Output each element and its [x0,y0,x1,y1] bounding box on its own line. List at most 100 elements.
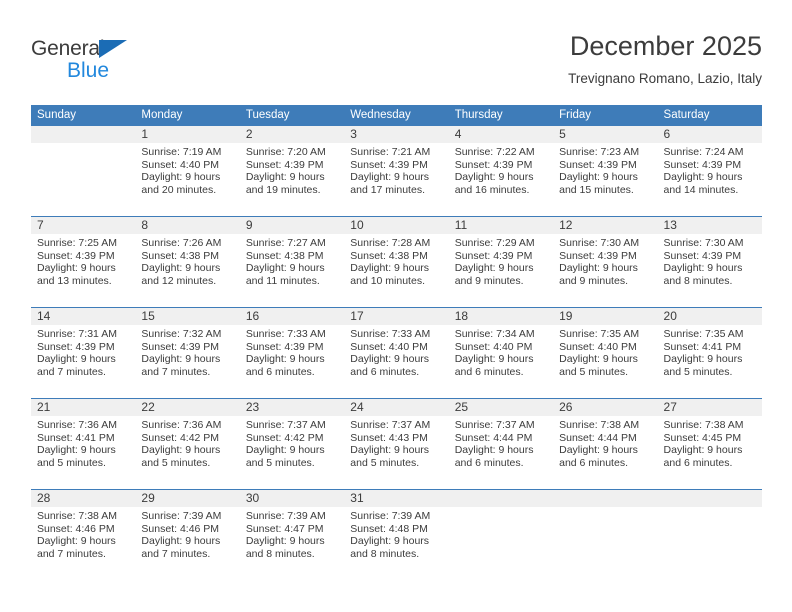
calendar-day-cell[interactable]: 14 Sunrise: 7:31 AM Sunset: 4:39 PM Dayligh… [31,307,136,399]
calendar-day-cell[interactable]: 29 Sunrise: 7:39 AM Sunset: 4:46 PM Dayligh… [135,489,240,580]
sunrise-text: Sunrise: 7:39 AM [141,510,222,522]
day-number-band: 14 [31,308,136,325]
day-details: Sunrise: 7:32 AM Sunset: 4:39 PM Daylight:… [135,325,239,378]
calendar-day-cell[interactable]: 15 Sunrise: 7:32 AM Sunset: 4:39 PM Dayligh… [135,307,240,399]
weekday-header-monday: Monday [135,105,240,126]
calendar-day-cell[interactable]: 31 Sunrise: 7:39 AM Sunset: 4:48 PM Dayligh… [344,489,449,580]
day-number: 12 [559,218,573,232]
day-number: 15 [141,309,155,323]
calendar-day-cell[interactable]: 11 Sunrise: 7:29 AM Sunset: 4:39 PM Dayligh… [448,216,554,308]
day-number-band: 22 [135,399,240,416]
calendar-day-cell[interactable]: 21 Sunrise: 7:36 AM Sunset: 4:41 PM Dayligh… [31,398,136,490]
day-details: Sunrise: 7:37 AM Sunset: 4:43 PM Daylight:… [344,416,448,469]
daylight-text-line1: Daylight: 9 hours [663,171,743,184]
day-number: 19 [559,309,573,323]
daylight-text-line2: and 6 minutes. [350,365,420,378]
daylight-text-line1: Daylight: 9 hours [663,262,743,275]
daylight-text-line2: and 5 minutes. [245,456,315,469]
calendar-day-cell[interactable]: 24 Sunrise: 7:37 AM Sunset: 4:43 PM Dayligh… [344,398,449,490]
logo-text-blue: Blue [67,59,110,82]
calendar-week-row: 21 Sunrise: 7:36 AM Sunset: 4:41 PM Dayligh… [31,398,762,490]
day-number-band: 28 [31,490,136,507]
calendar-day-cell[interactable]: 23 Sunrise: 7:37 AM Sunset: 4:42 PM Dayligh… [239,398,345,490]
day-details: Sunrise: 7:24 AM Sunset: 4:39 PM Daylight:… [658,143,762,196]
calendar-day-cell[interactable]: 9 Sunrise: 7:27 AM Sunset: 4:38 PM Daylight… [239,216,345,308]
day-details: Sunrise: 7:22 AM Sunset: 4:39 PM Daylight:… [449,143,553,196]
daylight-text-line2: and 14 minutes. [663,183,739,196]
daylight-text-line1: Daylight: 9 hours [350,262,430,275]
calendar-day-cell[interactable]: 10 Sunrise: 7:28 AM Sunset: 4:38 PM Dayligh… [344,216,449,308]
day-number: 26 [559,400,573,414]
daylight-text-line1: Daylight: 9 hours [37,444,116,457]
sunrise-text: Sunrise: 7:21 AM [350,146,431,158]
day-details: Sunrise: 7:39 AM Sunset: 4:46 PM Daylight:… [135,507,239,560]
day-number-band: 1 [135,126,240,143]
day-number: 23 [245,400,260,414]
sunset-text: Sunset: 4:41 PM [663,340,742,353]
daylight-text-line1: Daylight: 9 hours [454,262,534,275]
day-details: Sunrise: 7:27 AM Sunset: 4:38 PM Daylight:… [240,234,344,287]
day-number: 22 [141,400,155,414]
calendar-day-cell[interactable]: 7 Sunrise: 7:25 AM Sunset: 4:39 PM Daylight… [31,216,136,308]
calendar-day-cell[interactable]: 26 Sunrise: 7:38 AM Sunset: 4:44 PM Dayligh… [553,398,658,490]
calendar-day-cell[interactable]: 8 Sunrise: 7:26 AM Sunset: 4:38 PM Daylight… [135,216,240,308]
calendar-day-cell[interactable]: 5 Sunrise: 7:23 AM Sunset: 4:39 PM Daylight… [553,126,658,217]
daylight-text-line2: and 6 minutes. [559,456,628,469]
daylight-text-line1: Daylight: 9 hours [454,353,534,366]
calendar-day-cell[interactable]: 16 Sunrise: 7:33 AM Sunset: 4:39 PM Dayligh… [239,307,345,399]
day-number-band: 19 [553,308,658,325]
calendar-day-cell[interactable]: 12 Sunrise: 7:30 AM Sunset: 4:39 PM Dayligh… [553,216,658,308]
sunrise-text: Sunrise: 7:39 AM [350,510,431,522]
day-cell-inner: 20 Sunrise: 7:35 AM Sunset: 4:41 PM Dayligh… [657,308,762,398]
daylight-text-line1: Daylight: 9 hours [141,535,221,548]
day-number-band: 10 [344,217,449,234]
day-details: Sunrise: 7:25 AM Sunset: 4:39 PM Daylight:… [31,234,135,287]
daylight-text-line1: Daylight: 9 hours [245,535,325,548]
sunset-text: Sunset: 4:39 PM [559,249,637,262]
day-number: 5 [559,127,566,141]
sunset-text: Sunset: 4:39 PM [350,158,428,171]
calendar-day-cell[interactable]: 18 Sunrise: 7:34 AM Sunset: 4:40 PM Dayligh… [448,307,554,399]
sunrise-text: Sunrise: 7:22 AM [454,146,535,158]
day-cell-inner: 27 Sunrise: 7:38 AM Sunset: 4:45 PM Dayligh… [657,399,762,489]
calendar-day-cell[interactable]: 4 Sunrise: 7:22 AM Sunset: 4:39 PM Daylight… [448,126,554,217]
calendar-day-cell[interactable]: 20 Sunrise: 7:35 AM Sunset: 4:41 PM Dayligh… [657,307,762,399]
calendar-day-cell[interactable]: 22 Sunrise: 7:36 AM Sunset: 4:42 PM Dayligh… [135,398,240,490]
calendar-day-cell[interactable]: 6 Sunrise: 7:24 AM Sunset: 4:39 PM Daylight… [657,126,762,217]
calendar-day-cell-empty [657,489,762,580]
day-number-band: 8 [135,217,240,234]
sunset-text: Sunset: 4:40 PM [141,158,220,171]
calendar-day-cell[interactable]: 27 Sunrise: 7:38 AM Sunset: 4:45 PM Dayligh… [657,398,762,490]
day-number-band: 27 [657,399,762,416]
sunset-text: Sunset: 4:43 PM [350,431,428,444]
sunset-text: Sunset: 4:39 PM [663,249,742,262]
sunrise-text: Sunrise: 7:37 AM [245,419,326,431]
calendar-week-row: 28 Sunrise: 7:38 AM Sunset: 4:46 PM Dayligh… [31,489,762,580]
calendar-day-cell[interactable]: 19 Sunrise: 7:35 AM Sunset: 4:40 PM Dayligh… [553,307,658,399]
daylight-text-line2: and 16 minutes. [454,183,530,196]
calendar-day-cell[interactable]: 1 Sunrise: 7:19 AM Sunset: 4:40 PM Daylight… [135,126,240,217]
sunrise-text: Sunrise: 7:36 AM [37,419,117,431]
day-details: Sunrise: 7:31 AM Sunset: 4:39 PM Daylight:… [31,325,135,378]
calendar-day-cell[interactable]: 2 Sunrise: 7:20 AM Sunset: 4:39 PM Daylight… [239,126,345,217]
day-cell-inner: 3 Sunrise: 7:21 AM Sunset: 4:39 PM Daylight… [344,126,449,216]
calendar-day-cell[interactable]: 17 Sunrise: 7:33 AM Sunset: 4:40 PM Dayligh… [344,307,449,399]
weekday-header-sunday: Sunday [31,105,136,126]
calendar-week-row: 14 Sunrise: 7:31 AM Sunset: 4:39 PM Dayligh… [31,307,762,399]
generalblue-logo[interactable]: General Blue [31,36,181,84]
calendar-day-cell[interactable]: 13 Sunrise: 7:30 AM Sunset: 4:39 PM Dayligh… [657,216,762,308]
daylight-text-line2: and 8 minutes. [350,547,420,560]
daylight-text-line1: Daylight: 9 hours [559,171,638,184]
calendar-day-cell[interactable]: 28 Sunrise: 7:38 AM Sunset: 4:46 PM Dayligh… [31,489,136,580]
day-number: 16 [245,309,260,323]
daylight-text-line2: and 6 minutes. [454,456,524,469]
day-cell-inner [657,490,762,580]
calendar-day-cell[interactable]: 25 Sunrise: 7:37 AM Sunset: 4:44 PM Dayligh… [448,398,554,490]
calendar-day-cell[interactable]: 30 Sunrise: 7:39 AM Sunset: 4:47 PM Dayligh… [239,489,345,580]
calendar-week-row: 7 Sunrise: 7:25 AM Sunset: 4:39 PM Daylight… [31,216,762,308]
title-block: December 2025 Trevignano Romano, Lazio, … [568,30,762,89]
calendar-day-cell[interactable]: 3 Sunrise: 7:21 AM Sunset: 4:39 PM Daylight… [344,126,449,217]
sunrise-text: Sunrise: 7:28 AM [350,237,431,249]
triangle-icon [99,40,127,58]
daylight-text-line2: and 7 minutes. [141,365,211,378]
